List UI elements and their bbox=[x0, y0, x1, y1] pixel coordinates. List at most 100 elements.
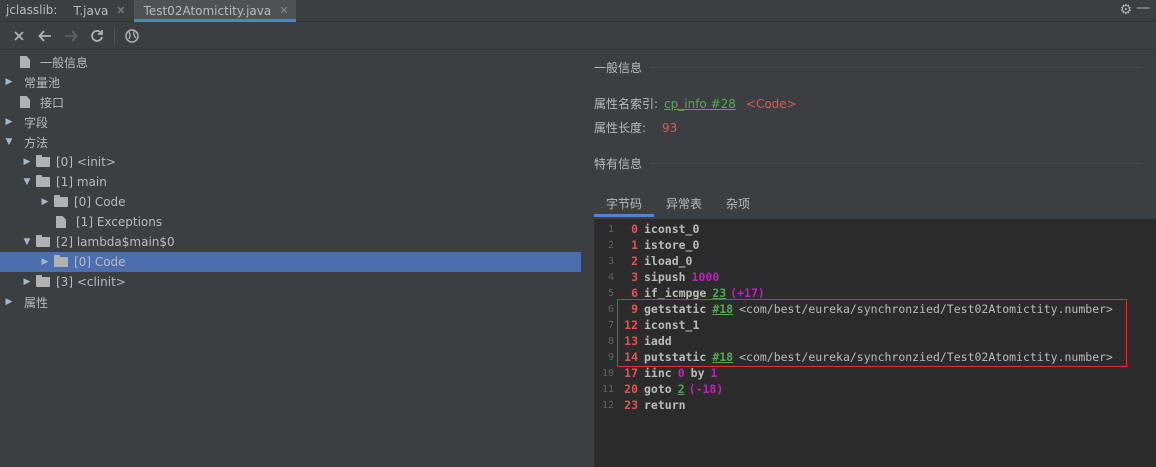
class-structure-tree: 一般信息 ▶ 常量池 接口 ▶ 字段 ▼ 方法 ▶ [0] <init> ▼ [… bbox=[0, 52, 582, 467]
code-line: 10 17 iinc 0 by 1 bbox=[594, 365, 717, 381]
cp-info-link[interactable]: cp_info #28 bbox=[664, 97, 736, 111]
folder-icon bbox=[36, 155, 50, 167]
tree-item-method-init[interactable]: ▶ [0] <init> bbox=[20, 152, 116, 172]
tab-bytecode[interactable]: 字节码 bbox=[594, 193, 655, 217]
folder-icon bbox=[36, 275, 50, 287]
tab-exception-table[interactable]: 异常表 bbox=[654, 193, 714, 215]
offset: 3 bbox=[631, 270, 638, 284]
collapse-arrow-icon[interactable]: ▼ bbox=[20, 237, 34, 247]
editor-tab-bar: jclasslib: T.java ✕ Test02Atomictity.jav… bbox=[0, 0, 1156, 22]
opcode: return bbox=[644, 398, 686, 412]
tree-item-methods[interactable]: ▼ 方法 bbox=[2, 132, 48, 152]
attr-length-label: 属性长度: bbox=[594, 121, 647, 135]
jump-target-link[interactable]: 2 bbox=[678, 382, 685, 396]
folder-icon bbox=[36, 175, 50, 187]
attr-name-index-label: 属性名索引: bbox=[594, 97, 659, 111]
attr-name-index-row: 属性名索引: cp_info #28 <Code> bbox=[594, 95, 797, 112]
tab-t-java[interactable]: T.java ✕ bbox=[63, 0, 133, 21]
attr-length-row: 属性长度: 93 bbox=[594, 119, 677, 136]
line-number: 5 bbox=[607, 287, 614, 299]
opcode: iinc bbox=[644, 366, 672, 380]
minimize-button[interactable]: — bbox=[1136, 0, 1150, 16]
section-title: 一般信息 bbox=[594, 61, 643, 75]
tree-item-label: 一般信息 bbox=[40, 55, 89, 70]
collapse-arrow-icon[interactable]: ▼ bbox=[2, 137, 16, 147]
expand-arrow-icon[interactable]: ▶ bbox=[38, 197, 52, 207]
tree-item-label: 接口 bbox=[40, 95, 65, 110]
close-icon[interactable]: ✕ bbox=[279, 4, 288, 17]
tree-item-method-clinit[interactable]: ▶ [3] <clinit> bbox=[20, 272, 126, 292]
expand-arrow-icon[interactable]: ▶ bbox=[2, 297, 16, 307]
line-number: 10 bbox=[601, 367, 614, 379]
expand-arrow-icon[interactable]: ▶ bbox=[20, 157, 34, 167]
refresh-icon[interactable] bbox=[84, 25, 110, 47]
section-divider bbox=[650, 67, 1141, 68]
line-number: 3 bbox=[607, 255, 614, 267]
line-number: 11 bbox=[601, 383, 614, 395]
tree-item-lambda-code[interactable]: ▶ [0] Code bbox=[0, 252, 581, 272]
jump-offset: (-18) bbox=[688, 382, 724, 396]
code-line: 2 1 istore_0 bbox=[594, 237, 699, 253]
tree-item-fields[interactable]: ▶ 字段 bbox=[2, 112, 48, 132]
tab-misc[interactable]: 杂项 bbox=[714, 193, 762, 215]
line-number: 1 bbox=[607, 223, 614, 235]
tree-item-constant-pool[interactable]: ▶ 常量池 bbox=[2, 72, 60, 92]
tree-item-main-exceptions[interactable]: [1] Exceptions bbox=[54, 212, 162, 232]
offset: 17 bbox=[624, 366, 638, 380]
offset: 20 bbox=[624, 382, 638, 396]
offset: 2 bbox=[631, 254, 638, 268]
folder-icon bbox=[54, 195, 68, 207]
tree-item-attributes[interactable]: ▶ 属性 bbox=[2, 292, 48, 312]
forward-icon[interactable] bbox=[58, 25, 84, 47]
expand-arrow-icon[interactable]: ▶ bbox=[38, 257, 52, 267]
tree-item-method-lambda[interactable]: ▼ [2] lambda$main$0 bbox=[20, 232, 175, 252]
expand-arrow-icon[interactable]: ▶ bbox=[2, 117, 16, 127]
expand-arrow-icon[interactable]: ▶ bbox=[20, 277, 34, 287]
expand-arrow-icon[interactable]: ▶ bbox=[2, 77, 16, 87]
close-icon[interactable]: ✕ bbox=[116, 4, 125, 17]
info-tabs: 字节码 异常表 杂项 bbox=[594, 193, 762, 217]
tree-item-label: 属性 bbox=[24, 295, 49, 310]
tree-item-label: [1] Exceptions bbox=[76, 215, 163, 229]
jump-offset: (+17) bbox=[730, 286, 765, 300]
operand: 1000 bbox=[691, 270, 720, 284]
opcode: iload_0 bbox=[644, 254, 693, 268]
code-line: 1 0 iconst_0 bbox=[594, 221, 699, 237]
tree-item-interfaces[interactable]: 接口 bbox=[18, 92, 64, 112]
attr-name-value: <Code> bbox=[745, 97, 797, 111]
folder-icon bbox=[54, 255, 68, 267]
tree-item-main-code[interactable]: ▶ [0] Code bbox=[38, 192, 126, 212]
back-icon[interactable] bbox=[32, 25, 58, 47]
toolbar bbox=[0, 23, 1156, 50]
file-icon bbox=[20, 56, 30, 68]
collapse-arrow-icon[interactable]: ▼ bbox=[20, 177, 34, 187]
section-title: 特有信息 bbox=[594, 157, 643, 171]
tree-item-label: [0] Code bbox=[74, 195, 126, 209]
attr-length-value: 93 bbox=[662, 121, 678, 135]
toolbar-divider bbox=[114, 28, 115, 44]
offset: 6 bbox=[631, 286, 638, 300]
tree-item-label: 字段 bbox=[24, 115, 49, 130]
tree-item-label: [1] main bbox=[56, 175, 107, 189]
web-icon[interactable] bbox=[119, 25, 145, 47]
opcode: istore_0 bbox=[644, 238, 700, 252]
code-line: 11 20 goto 2 (-18) bbox=[594, 381, 723, 397]
close-icon[interactable] bbox=[6, 25, 32, 47]
code-line: 12 23 return bbox=[594, 397, 686, 413]
opcode: iconst_0 bbox=[644, 222, 700, 236]
folder-icon bbox=[36, 235, 50, 247]
bytecode-view[interactable]: 1 0 iconst_0 2 1 istore_0 3 2 iload_0 4 3 sipush… bbox=[594, 219, 1156, 467]
tree-item-label: [2] lambda$main$0 bbox=[56, 235, 175, 249]
tab-test02atomictity-java[interactable]: Test02Atomictity.java ✕ bbox=[133, 0, 297, 22]
line-number: 4 bbox=[607, 271, 614, 283]
tab-label: T.java bbox=[73, 3, 109, 18]
opcode: sipush bbox=[644, 270, 686, 284]
tree-item-method-main[interactable]: ▼ [1] main bbox=[20, 172, 107, 192]
jump-target-link[interactable]: 23 bbox=[712, 286, 726, 300]
line-number: 2 bbox=[607, 239, 614, 251]
tree-item-general-info[interactable]: 一般信息 bbox=[18, 52, 88, 72]
operand: 0 bbox=[677, 366, 685, 380]
gear-icon[interactable]: ⚙ bbox=[1119, 2, 1132, 18]
line-number: 12 bbox=[601, 399, 614, 411]
operand: 1 bbox=[710, 366, 718, 380]
